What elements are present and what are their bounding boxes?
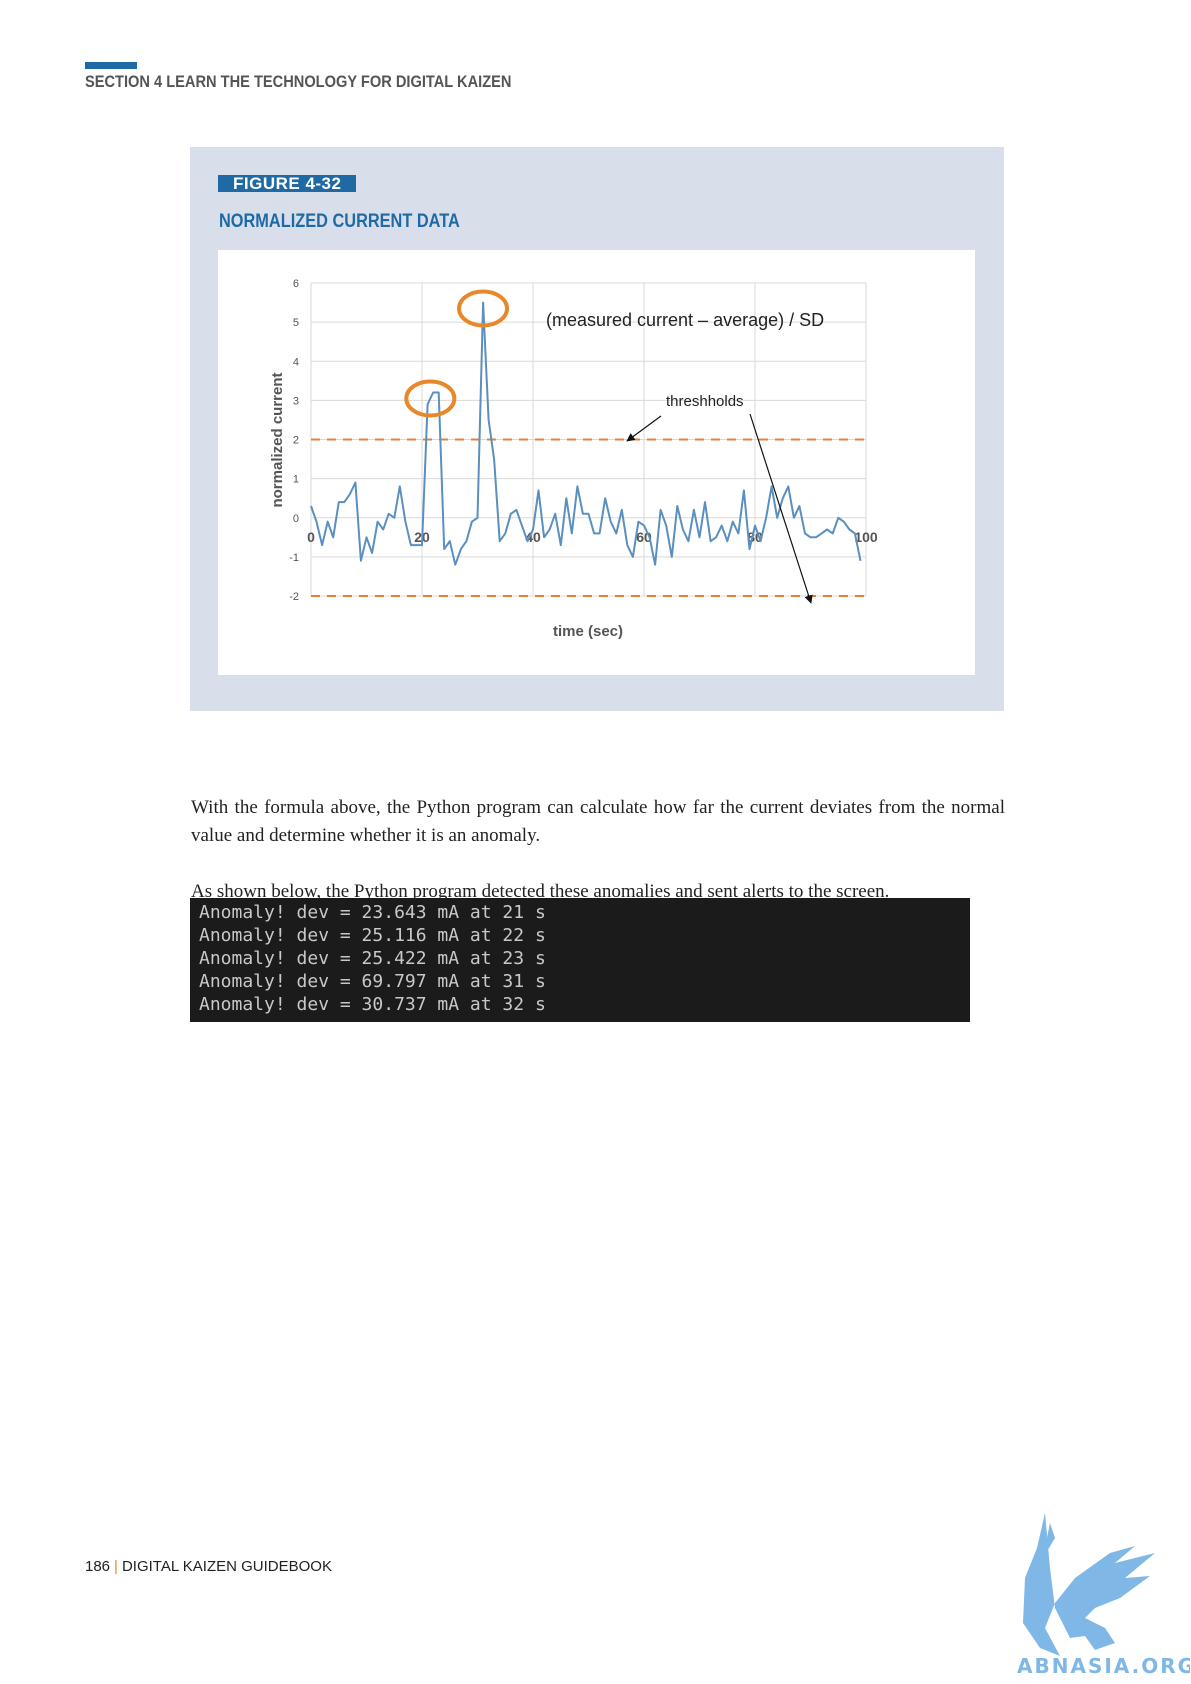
x-tick-label: 100 — [854, 529, 878, 545]
page-number: 186 — [85, 1558, 111, 1575]
y-tick-label: 2 — [293, 435, 299, 447]
normalized-current-series — [310, 301, 862, 566]
x-tick-label: 0 — [307, 529, 315, 545]
y-tick-label: -2 — [289, 591, 299, 603]
y-tick-label: -1 — [289, 552, 299, 564]
terminal-output: Anomaly! dev = 23.643 mA at 21 s Anomaly… — [190, 898, 970, 1022]
abnasia-logo: ABNASIA.ORG — [1017, 1513, 1190, 1678]
y-tick-label: 0 — [293, 513, 299, 525]
figure-tag: FIGURE 4-32 — [218, 175, 357, 192]
y-tick-label: 5 — [293, 317, 299, 329]
thresholds-annotation: threshholds — [666, 393, 744, 410]
figure-panel: FIGURE 4-32 NORMALIZED CURRENT DATA 6 5 4 3… — [190, 147, 1004, 711]
normalized-current-chart: 6543210-1-20 20 40 60 80 100(measured current… — [269, 278, 878, 640]
footer-separator: | — [114, 1558, 118, 1575]
figure-title: NORMALIZED CURRENT DATA — [219, 211, 460, 232]
y-tick-label: 1 — [293, 474, 299, 486]
formula-annotation: (measured current – average) / SD — [546, 310, 824, 330]
terminal-line: Anomaly! dev = 30.737 mA at 32 s — [199, 994, 546, 1015]
chart-panel: 6 5 4 3 2 1 0 -1 -2 0 20 40 60 80 100 (measured current… — [218, 250, 975, 675]
y-tick-label: 3 — [293, 395, 299, 407]
terminal-line: Anomaly! dev = 25.422 mA at 23 s — [199, 948, 546, 969]
y-tick-label: 4 — [293, 356, 299, 368]
terminal-line: Anomaly! dev = 23.643 mA at 21 s — [199, 902, 546, 923]
section-header: SECTION 4 LEARN THE TECHNOLOGY FOR DIGIT… — [85, 72, 512, 91]
page-footer: 186 | DIGITAL KAIZEN GUIDEBOOK — [85, 1558, 332, 1575]
terminal-line: Anomaly! dev = 25.116 mA at 22 s — [199, 925, 546, 946]
thresholds-arrow-lower — [749, 413, 813, 604]
watermark-text: ABNASIA.ORG — [1017, 1654, 1190, 1678]
y-tick-label: 6 — [293, 278, 299, 290]
x-axis-label: time (sec) — [553, 623, 623, 640]
terminal-line: Anomaly! dev = 69.797 mA at 31 s — [199, 971, 546, 992]
y-axis-label: normalized current — [269, 372, 286, 507]
book-title: DIGITAL KAIZEN GUIDEBOOK — [121, 1558, 332, 1575]
paragraph-formula-explanation: With the formula above, the Python progr… — [191, 797, 1005, 846]
section-header-bar — [85, 62, 137, 69]
